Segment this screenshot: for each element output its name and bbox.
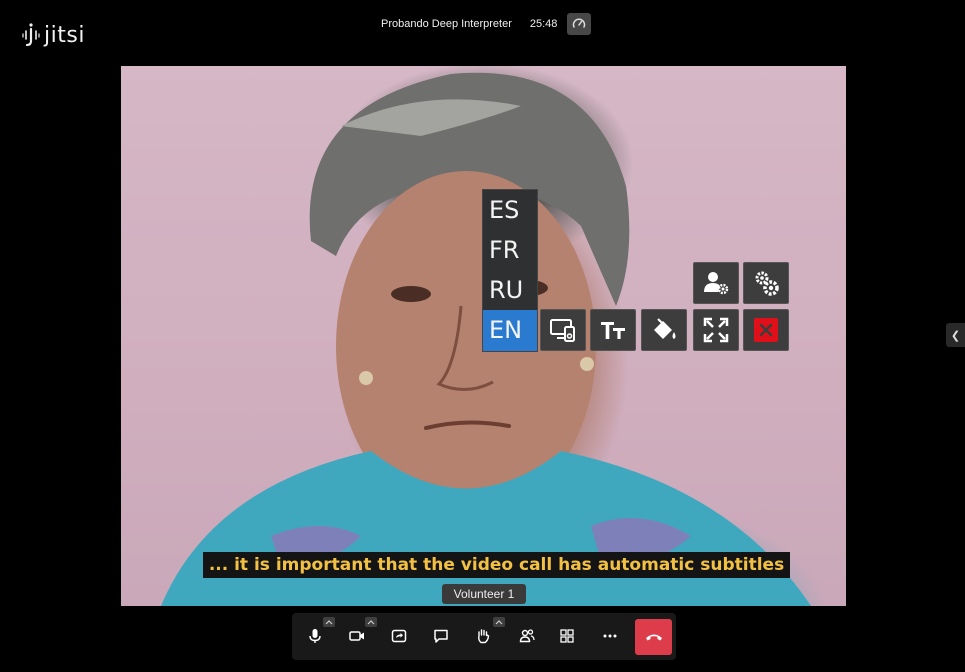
- screen-share-button[interactable]: [384, 621, 414, 651]
- language-option-fr[interactable]: FR: [483, 230, 537, 270]
- more-icon: [603, 634, 617, 638]
- microphone-options-button[interactable]: [323, 617, 335, 627]
- close-button[interactable]: [743, 309, 789, 351]
- paint-bucket-button[interactable]: [641, 309, 687, 351]
- jitsi-logo-icon: [22, 23, 40, 47]
- user-settings-button[interactable]: [693, 262, 739, 304]
- screen-share-icon: [391, 629, 407, 643]
- close-icon: [754, 318, 778, 342]
- microphone-icon: [309, 629, 321, 643]
- language-option-ru[interactable]: RU: [483, 270, 537, 310]
- chevron-up-icon: [495, 620, 503, 625]
- camera-options-button[interactable]: [365, 617, 377, 627]
- text-size-button[interactable]: [590, 309, 636, 351]
- meeting-title: Probando Deep Interpreter: [381, 18, 512, 30]
- hangup-button[interactable]: [635, 619, 672, 655]
- tile-view-icon: [560, 629, 574, 643]
- screen-source-button[interactable]: [540, 309, 586, 351]
- toggle-filmstrip-button[interactable]: ❮: [946, 323, 965, 347]
- subtitle-language-menu[interactable]: ES FR RU EN: [482, 189, 538, 352]
- logo-text: jitsi: [44, 22, 85, 48]
- raise-hand-icon: [478, 629, 490, 644]
- fullscreen-button[interactable]: [693, 309, 739, 351]
- language-option-en[interactable]: EN: [483, 310, 537, 351]
- participants-button[interactable]: [512, 621, 542, 651]
- chevron-up-icon: [367, 620, 375, 625]
- settings-button[interactable]: [743, 262, 789, 304]
- chevron-left-icon: ❮: [950, 329, 961, 342]
- meeting-info: Probando Deep Interpreter 25:48: [381, 13, 592, 35]
- more-actions-button[interactable]: [595, 621, 625, 651]
- hangup-icon: [645, 634, 662, 641]
- live-subtitle: ... it is important that the video call …: [203, 552, 790, 578]
- meeting-toolbar: [292, 613, 676, 660]
- meeting-timer: 25:48: [529, 18, 558, 30]
- chat-icon: [434, 629, 448, 643]
- text-size-icon: [601, 322, 625, 339]
- screen-source-icon: [550, 319, 575, 342]
- language-option-es[interactable]: ES: [483, 190, 537, 230]
- paint-bucket-icon: [654, 318, 676, 339]
- camera-icon: [349, 631, 364, 641]
- chevron-up-icon: [325, 620, 333, 625]
- user-settings-icon: [704, 272, 729, 295]
- reactions-options-button[interactable]: [493, 617, 505, 627]
- performance-gauge-icon: [573, 18, 586, 28]
- performance-button[interactable]: [567, 13, 592, 35]
- participant-name-label: Volunteer 1: [442, 584, 526, 604]
- tile-view-button[interactable]: [552, 621, 582, 651]
- participants-icon: [519, 629, 535, 643]
- jitsi-logo[interactable]: jitsi: [22, 22, 85, 48]
- chat-button[interactable]: [426, 621, 456, 651]
- settings-icon: [755, 271, 779, 296]
- fullscreen-icon: [703, 317, 729, 343]
